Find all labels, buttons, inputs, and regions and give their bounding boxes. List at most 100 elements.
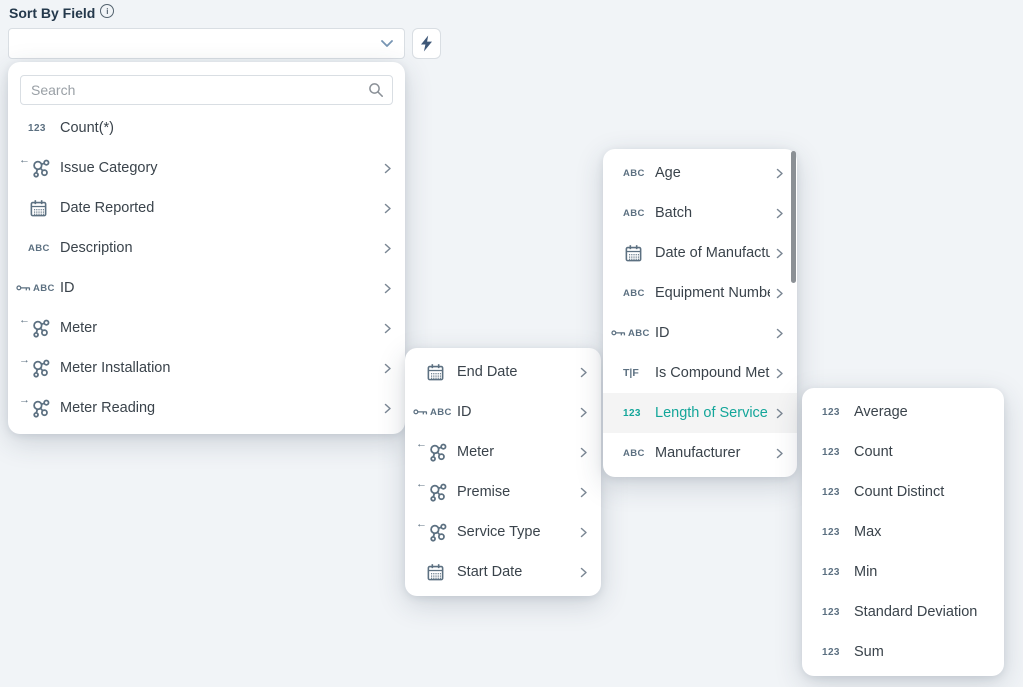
menu-item[interactable]: ← Premise [405,472,601,512]
chevron-right-icon [382,203,393,214]
lightning-icon [420,35,433,52]
menu-item[interactable]: Start Date [405,552,601,592]
menu-item-label: Premise [457,484,574,500]
menu-item[interactable]: ABC ID [603,313,797,353]
text-icon: ABC [628,328,650,339]
number-icon: 123 [822,647,840,658]
menu-item[interactable]: → Meter Reading [8,388,405,428]
number-icon: 123 [822,407,840,418]
chevron-right-icon [382,323,393,334]
menu-item-label: Length of Service [655,405,770,421]
key-icon [611,328,626,339]
menu-item-label: Min [854,564,992,580]
menu-item[interactable]: 123 Count(*) [8,108,405,148]
menu-item[interactable]: ABCDescription [8,228,405,268]
menu-item-label: Meter Installation [60,360,378,376]
relation-icon: → [19,358,51,379]
relation-left-arrow-icon: ← [416,519,427,530]
boolean-icon: T|F [623,367,639,379]
menu-item[interactable]: 123Max [802,512,1004,552]
chevron-right-icon [578,567,589,578]
relation-left-arrow-icon: ← [416,439,427,450]
menu-item-label: Service Type [457,524,574,540]
chevron-right-icon [382,363,393,374]
date-icon [29,199,48,218]
menu-item-label: Sum [854,644,992,660]
chevron-right-icon [774,328,785,339]
menu-item-label: ID [655,325,770,341]
date-icon [426,363,445,382]
menu-item-label: Date of Manufacture [655,245,770,261]
number-icon: 123 [822,607,840,618]
chevron-right-icon [774,368,785,379]
chevron-right-icon [578,447,589,458]
menu-item[interactable]: 123 Sum [802,632,1004,672]
number-icon: 123 [28,123,46,134]
menu-item-label: Meter [60,320,378,336]
search-input[interactable] [20,75,393,105]
menu-item-label: Equipment Number [655,285,770,301]
sort-by-field-label-text: Sort By Field [9,5,95,21]
text-icon: ABC [623,288,645,299]
quick-sort-button[interactable] [412,28,441,59]
date-icon [624,244,643,263]
menu-item-label: Manufacturer [655,445,770,461]
menu-item-label: Date Reported [60,200,378,216]
chevron-right-icon [382,403,393,414]
chevron-right-icon [382,163,393,174]
text-icon: ABC [623,168,645,179]
number-icon: 123 [822,447,840,458]
menu-item[interactable]: Date Reported [8,188,405,228]
menu-item[interactable]: ←Meter [405,432,601,472]
chevron-right-icon [774,168,785,179]
menu-item[interactable]: → Meter Installation [8,348,405,388]
chevron-right-icon [774,408,785,419]
menu-item[interactable]: ABCID [8,268,405,308]
menu-item[interactable]: ABC Manufacturer [603,433,797,473]
scrollbar-thumb[interactable] [791,151,796,283]
menu-item[interactable]: 123Average [802,392,1004,432]
menu-item[interactable]: ABC Age [603,153,797,193]
text-icon: ABC [623,448,645,459]
menu-item[interactable]: ABCID [405,392,601,432]
chevron-right-icon [774,288,785,299]
number-icon: 123 [822,567,840,578]
chevron-right-icon [578,527,589,538]
relation-icon: → [19,398,51,419]
chevron-right-icon [578,487,589,498]
menu-item[interactable]: 123Standard Deviation [802,592,1004,632]
meter-installation-fields-menu: End DateABCID←Meter←Premise←Service Type… [405,348,601,596]
relation-icon: ← [19,158,51,179]
menu-item[interactable]: 123 Min [802,552,1004,592]
menu-item[interactable]: ABC Equipment Number [603,273,797,313]
sort-field-menu: 123 Count(*) ←Issue Category Date Reported A… [8,62,405,434]
menu-item[interactable]: T|F Is Compound Meter [603,353,797,393]
menu-item[interactable]: 123Length of Service [603,393,797,433]
sort-by-field-select[interactable] [8,28,405,59]
menu-item[interactable]: Date of Manufacture [603,233,797,273]
info-icon[interactable]: i [100,4,114,18]
relation-icon: ← [416,482,448,503]
chevron-right-icon [774,248,785,259]
text-icon: ABC [28,243,50,254]
page: Sort By Field i 123 Count(*) ←Issue Catego… [0,0,1023,687]
menu-item[interactable]: ←Issue Category [8,148,405,188]
menu-item[interactable]: ABCBatch [603,193,797,233]
menu-item[interactable]: ← Service Type [405,512,601,552]
key-text-icon: ABC [611,328,650,339]
menu-item-label: Is Compound Meter [655,365,770,381]
menu-item[interactable]: 123Count Distinct [802,472,1004,512]
menu-item-label: Meter Reading [60,400,378,416]
chevron-right-icon [774,448,785,459]
relation-icon: ← [416,522,448,543]
menu-item[interactable]: End Date [405,352,601,392]
key-icon [16,283,31,294]
sort-by-field-label: Sort By Field i [9,5,114,21]
menu-item[interactable]: 123Count [802,432,1004,472]
search-box [20,75,393,105]
menu-item-label: Age [655,165,770,181]
relation-right-arrow-icon: → [19,355,30,366]
menu-item[interactable]: ←Meter [8,308,405,348]
menu-item-label: Count(*) [60,120,393,136]
relation-icon: ← [416,442,448,463]
